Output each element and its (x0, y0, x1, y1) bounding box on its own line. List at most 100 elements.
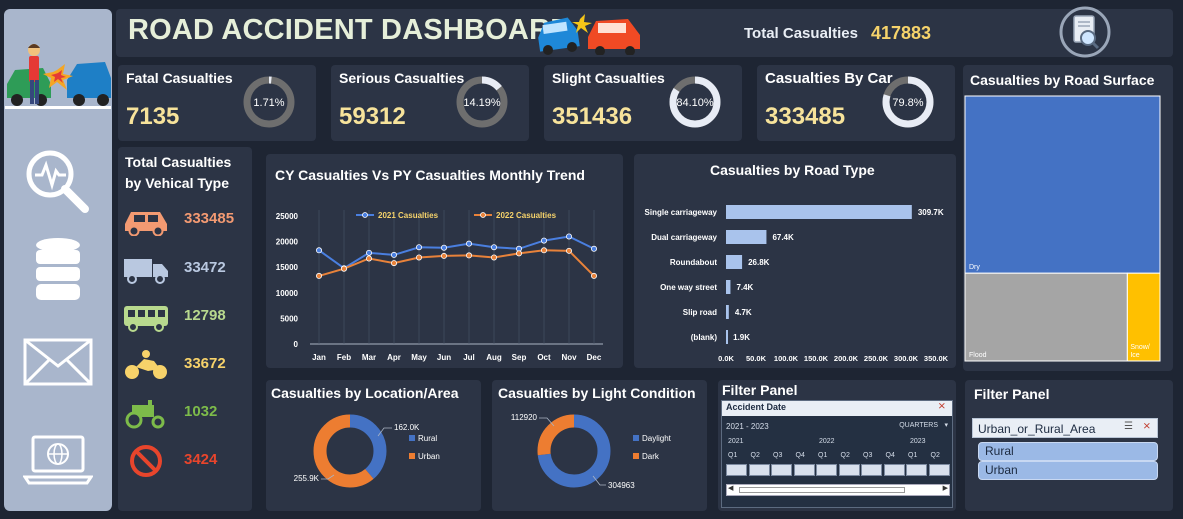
timeline-range: 2021 - 2023 (726, 422, 769, 431)
road-surface-panel: Casualties by Road Surface Dry Flood Snow/… (963, 65, 1173, 371)
crash-cars-icon (536, 11, 644, 60)
area-filter-title: Filter Panel (974, 386, 1050, 402)
area-option-rural[interactable]: Rural (978, 442, 1158, 461)
monthly-trend-panel: CY Casualties Vs PY Casualties Monthly T… (266, 154, 623, 368)
vehicle-row-other: 3424 (118, 441, 252, 481)
x-tick-label: Apr (387, 353, 401, 362)
scroll-right-icon[interactable]: ▶ (943, 484, 948, 492)
kpi-slight-value: 351436 (552, 103, 633, 130)
kpi-fatal-value: 7135 (126, 103, 180, 130)
data-point (540, 237, 547, 244)
legend-marker (362, 212, 368, 218)
timeline-level[interactable]: QUARTERS (899, 422, 938, 429)
data-point (440, 252, 447, 259)
treemap-label-snow: Snow/ (1130, 344, 1150, 351)
timeline-quarter-cell[interactable] (771, 464, 792, 476)
kpi-car-label: Casualties By Car (765, 70, 893, 87)
data-point (366, 249, 373, 256)
monthly-trend-chart: 0 5000 10000 15000 20000 25000 Jan Feb Mar Apr May… (276, 210, 603, 362)
treemap-label-ice: Ice (1130, 352, 1139, 359)
timeline-quarter-cell[interactable] (906, 464, 927, 476)
data-point (465, 252, 472, 259)
x-tick-label: Mar (362, 353, 376, 362)
donut-value-label: 304963 (608, 481, 635, 490)
area-option-urban[interactable]: Urban (978, 461, 1158, 480)
x-tick-label: 0.0K (718, 354, 734, 363)
area-slicer-header: Urban_or_Rural_Area ☰ ⨯ (972, 418, 1158, 438)
vehicle-value-truck: 33472 (184, 259, 226, 276)
accident-scene-icon (4, 17, 112, 111)
scroll-left-icon[interactable]: ◀ (728, 484, 733, 492)
x-tick-label: Oct (537, 353, 551, 362)
no-entry-icon (130, 445, 162, 477)
report-search-icon[interactable] (1058, 6, 1112, 63)
timeline-quarter-cell[interactable] (816, 464, 837, 476)
location-donut-chart: Rural Urban 162.0K 255.9K (294, 414, 440, 488)
road-type-value-label: 26.8K (748, 258, 770, 267)
timeline-filter-title: Filter Panel (722, 382, 798, 398)
x-tick-label: 100.0K (774, 354, 799, 363)
clear-filter-icon[interactable]: ⨯ (1143, 421, 1151, 432)
vehicle-panel-title-1: Total Casualties (125, 154, 232, 170)
data-point (440, 244, 447, 251)
road-type-label: One way street (660, 283, 717, 292)
timeline-quarter-cell[interactable] (883, 464, 905, 476)
timeline-quarter-cell[interactable] (838, 464, 860, 476)
kpi-serious-label: Serious Casualties (339, 70, 465, 86)
analytics-magnifier-icon[interactable] (16, 147, 100, 217)
timeline-filter-panel: Filter Panel Accident Date ⨯ 2021 - 2023… (718, 380, 956, 511)
vehicle-row-truck: 33472 (118, 249, 252, 289)
timeline-level-dropdown-icon[interactable]: ▾ (944, 421, 948, 429)
vehicle-value-car: 333485 (184, 210, 235, 227)
y-tick-label: 25000 (276, 212, 299, 221)
data-point (316, 272, 323, 279)
x-tick-label: Aug (486, 353, 502, 362)
page-title: ROAD ACCIDENT DASHBOARD (128, 14, 572, 46)
kpi-serious-donut: 14.19% (456, 76, 508, 128)
timeline-scrollbar[interactable]: ◀ ▶ (726, 484, 950, 496)
donut-value-label: 112920 (511, 413, 538, 422)
timeline-year-2021: 2021 (728, 438, 744, 445)
timeline-quarter-cell[interactable] (928, 464, 950, 476)
data-point (415, 244, 422, 251)
road-type-value-label: 67.4K (772, 233, 794, 242)
road-type-bar (726, 205, 912, 219)
y-tick-label: 15000 (276, 263, 299, 272)
timeline-quarter-cell[interactable] (861, 464, 882, 476)
timeline-scroll-thumb[interactable] (739, 487, 905, 493)
road-type-value-label: 7.4K (736, 283, 753, 292)
timeline-quarter-label: Q1 (728, 452, 738, 459)
vehicle-row-tractor: 1032 (118, 393, 252, 433)
x-tick-label: 300.0K (894, 354, 919, 363)
timeline-quarter-label: Q2 (840, 452, 850, 459)
kpi-car-donut: 79.8% (882, 76, 934, 128)
database-icon[interactable] (16, 235, 100, 305)
clear-filter-icon[interactable]: ⨯ (938, 401, 946, 412)
vehicle-row-bus: 12798 (118, 297, 252, 337)
road-type-chart: Single carriageway 309.7K Dual carriageway… (645, 205, 949, 363)
timeline-quarter-label: Q2 (930, 452, 940, 459)
road-type-bar (726, 230, 767, 244)
multi-select-icon[interactable]: ☰ (1124, 421, 1133, 432)
kpi-slight-label: Slight Casualties (552, 70, 665, 86)
timeline-quarter-label: Q3 (863, 452, 873, 459)
vehicle-row-motorbike: 33672 (118, 345, 252, 385)
road-type-value-label: 4.7K (735, 308, 752, 317)
x-tick-label: 150.0K (804, 354, 829, 363)
donut-value-label: 162.0K (394, 423, 420, 432)
timeline-quarter-cell[interactable] (748, 464, 770, 476)
legend-label: Daylight (642, 434, 672, 443)
timeline-quarter-cell[interactable] (726, 464, 747, 476)
mail-icon[interactable] (16, 327, 100, 397)
timeline-header-label: Accident Date (726, 402, 787, 412)
y-tick-label: 10000 (276, 289, 299, 298)
x-tick-label: 200.0K (834, 354, 859, 363)
treemap-label-flood: Flood (969, 352, 987, 359)
road-type-value-label: 309.7K (918, 208, 944, 217)
timeline-quarter-cell[interactable] (793, 464, 815, 476)
timeline-quarter-label: Q1 (818, 452, 828, 459)
timeline-quarter-label: Q1 (908, 452, 918, 459)
x-tick-label: 50.0K (746, 354, 767, 363)
donut-value-label: 255.9K (294, 474, 320, 483)
laptop-globe-icon[interactable] (16, 425, 100, 495)
